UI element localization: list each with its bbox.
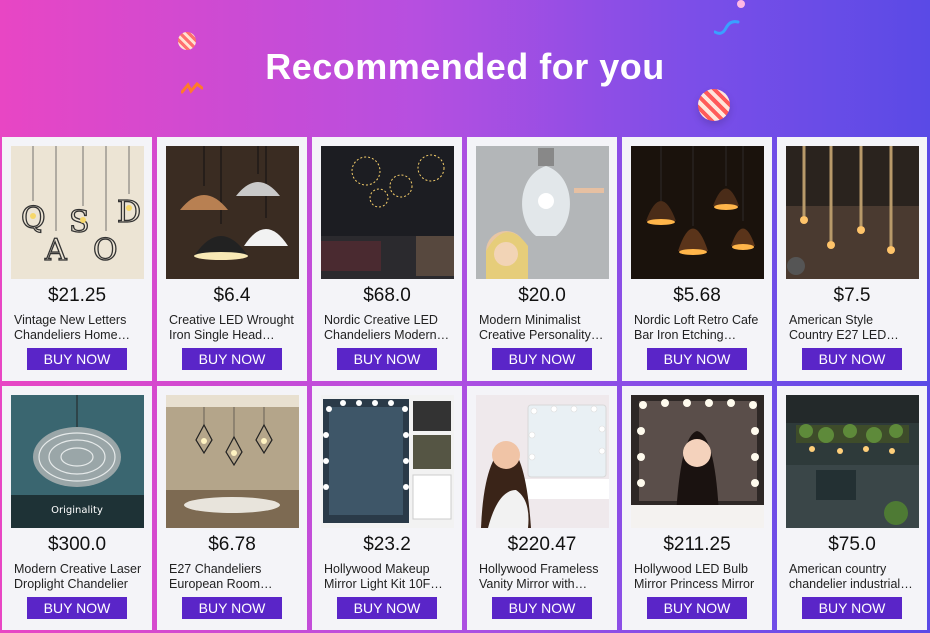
confetti-ball-icon (698, 89, 730, 121)
confetti-dot-icon (737, 0, 745, 8)
buy-now-button[interactable]: BUY NOW (647, 348, 747, 370)
product-image[interactable] (166, 146, 299, 279)
page-title: Recommended for you (265, 46, 665, 87)
buy-now-button[interactable]: BUY NOW (802, 348, 902, 370)
product-price: $7.5 (833, 285, 871, 306)
product-card[interactable]: $5.68 Nordic Loft Retro Cafe Bar Iron Et… (622, 137, 772, 381)
product-name[interactable]: American Style Country E27 LED Rope Pend… (789, 313, 919, 343)
product-name[interactable]: Modern Minimalist Creative Personality B… (479, 313, 609, 343)
product-image[interactable] (786, 146, 919, 279)
product-card[interactable]: $68.0 Nordic Creative LED Chandeliers Mo… (312, 137, 462, 381)
svg-text:D: D (117, 195, 141, 230)
product-image[interactable] (476, 395, 609, 528)
product-image[interactable] (476, 146, 609, 279)
product-name[interactable]: Nordic Loft Retro Cafe Bar Iron Etching … (634, 313, 764, 343)
product-price: $20.0 (518, 285, 566, 306)
product-price: $75.0 (828, 534, 876, 555)
product-card[interactable]: $20.0 Modern Minimalist Creative Persona… (467, 137, 617, 381)
product-image[interactable]: QAS OD (11, 146, 144, 279)
buy-now-button[interactable]: BUY NOW (337, 348, 437, 370)
product-card[interactable]: $7.5 American Style Country E27 LED Rope… (777, 137, 927, 381)
product-price: $6.4 (213, 285, 251, 306)
buy-now-button[interactable]: BUY NOW (182, 348, 282, 370)
product-image[interactable]: Originality (11, 395, 144, 528)
product-price: $23.2 (363, 534, 411, 555)
product-card[interactable]: $220.47 Hollywood Frameless Vanity Mirro… (467, 386, 617, 630)
product-price: $5.68 (673, 285, 721, 306)
product-image[interactable] (166, 395, 299, 528)
buy-now-button[interactable]: BUY NOW (802, 597, 902, 619)
product-name[interactable]: American country chandelier industrial s… (789, 562, 919, 592)
svg-text:S: S (69, 205, 90, 240)
product-name[interactable]: E27 Chandeliers European Room Pendant Li… (169, 562, 299, 592)
product-card[interactable]: $75.0 American country chandelier indust… (777, 386, 927, 630)
product-card[interactable]: Originality $300.0 Modern Creative Laser… (2, 386, 152, 630)
product-card[interactable]: $23.2 Hollywood Makeup Mirror Light Kit … (312, 386, 462, 630)
svg-text:O: O (93, 233, 118, 268)
product-name[interactable]: Hollywood Makeup Mirror Light Kit 10F LE… (324, 562, 454, 592)
buy-now-button[interactable]: BUY NOW (182, 597, 282, 619)
streamer-icon (714, 20, 740, 35)
product-name[interactable]: Hollywood Frameless Vanity Mirror with L… (479, 562, 609, 592)
buy-now-button[interactable]: BUY NOW (492, 348, 592, 370)
product-image[interactable] (321, 395, 454, 528)
product-card[interactable]: QAS OD $21.25 Vintage New Letters Chande… (2, 137, 152, 381)
product-card[interactable]: $6.4 Creative LED Wrought Iron Single He… (157, 137, 307, 381)
product-image[interactable] (321, 146, 454, 279)
product-name[interactable]: Hollywood LED Bulb Mirror Princess Mirro… (634, 562, 764, 592)
buy-now-button[interactable]: BUY NOW (647, 597, 747, 619)
product-card[interactable]: $6.78 E27 Chandeliers European Room Pend… (157, 386, 307, 630)
buy-now-button[interactable]: BUY NOW (492, 597, 592, 619)
product-price: $300.0 (47, 534, 107, 555)
product-image[interactable] (631, 146, 764, 279)
buy-now-button[interactable]: BUY NOW (337, 597, 437, 619)
product-name[interactable]: Modern Creative Laser Droplight Chandeli… (14, 562, 144, 592)
product-price: $6.78 (208, 534, 256, 555)
product-name[interactable]: Nordic Creative LED Chandeliers Modern F… (324, 313, 454, 343)
product-price: $21.25 (47, 285, 107, 306)
svg-text:A: A (44, 233, 67, 268)
product-price: $211.25 (663, 534, 731, 555)
product-name[interactable]: Vintage New Letters Chandeliers Home Dec… (14, 313, 144, 343)
product-card[interactable]: $211.25 Hollywood LED Bulb Mirror Prince… (622, 386, 772, 630)
product-grid: QAS OD $21.25 Vintage New Letters Chande… (2, 137, 927, 630)
originality-label: Originality (51, 505, 103, 516)
buy-now-button[interactable]: BUY NOW (27, 597, 127, 619)
buy-now-button[interactable]: BUY NOW (27, 348, 127, 370)
product-price: $68.0 (363, 285, 411, 306)
product-image[interactable] (786, 395, 919, 528)
product-name[interactable]: Creative LED Wrought Iron Single Head Pe… (169, 313, 299, 343)
product-image[interactable] (631, 395, 764, 528)
product-price: $220.47 (507, 534, 577, 555)
